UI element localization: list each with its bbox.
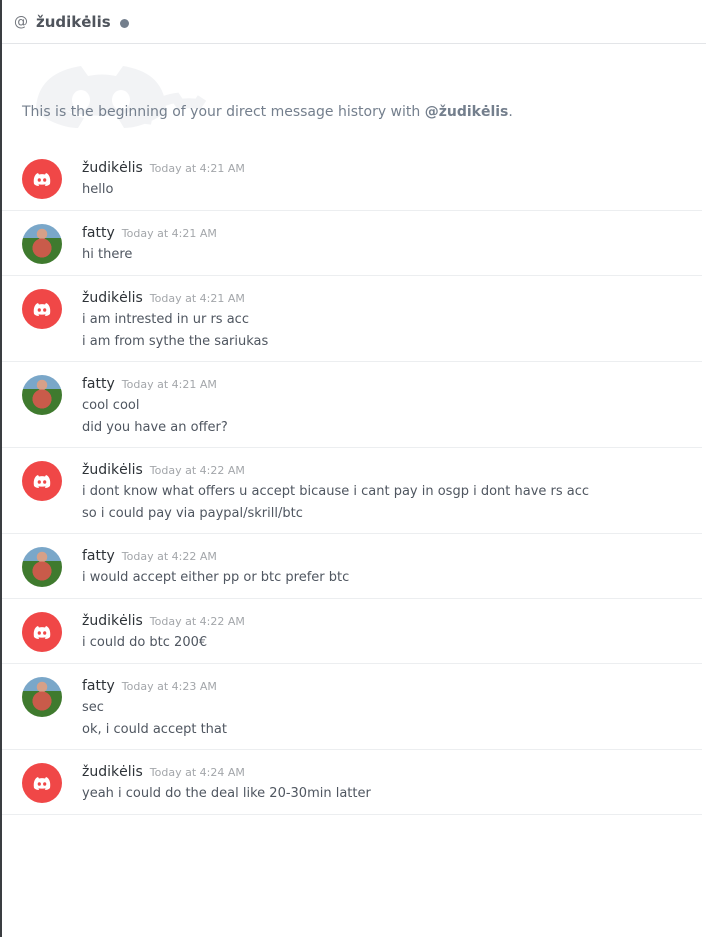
intro-text: This is the beginning of your direct mes…: [22, 104, 513, 120]
message-author[interactable]: žudikėlis: [82, 764, 143, 780]
discord-logo-avatar[interactable]: [22, 763, 62, 803]
message-header: žudikėlis Today at 4:22 AM: [82, 613, 702, 629]
message-text: sec: [82, 700, 104, 715]
message-timestamp: Today at 4:21 AM: [121, 378, 217, 391]
message-group: žudikėlis Today at 4:22 AM i dont know wha…: [2, 448, 702, 534]
discord-logo-avatar[interactable]: [22, 461, 62, 501]
discord-logo-avatar[interactable]: [22, 159, 62, 199]
message-header: žudikėlis Today at 4:21 AM: [82, 160, 702, 176]
message-text: did you have an offer?: [82, 420, 228, 435]
message-text: i would accept either pp or btc prefer b…: [82, 570, 350, 585]
message-timestamp: Today at 4:21 AM: [121, 227, 217, 240]
message-text: i dont know what offers u accept bicause…: [82, 484, 590, 499]
message-author[interactable]: fatty: [82, 376, 115, 392]
message-group: fatty Today at 4:22 AM i would accept eith…: [2, 534, 702, 599]
intro-prefix: This is the beginning of your direct mes…: [22, 104, 425, 120]
message-header: fatty Today at 4:22 AM: [82, 548, 702, 564]
message-header: fatty Today at 4:21 AM: [82, 376, 702, 392]
message-group: fatty Today at 4:23 AM sec ok, i could acce…: [2, 664, 702, 750]
message-author[interactable]: žudikėlis: [82, 613, 143, 629]
discord-logo-icon: [33, 626, 51, 639]
discord-logo-icon: [33, 173, 51, 186]
message-text: hi there: [82, 247, 133, 262]
message-list: žudikėlis Today at 4:21 AM hello fatty Today…: [2, 146, 706, 815]
message-group: fatty Today at 4:21 AM hi there: [2, 211, 702, 276]
discord-logo-avatar[interactable]: [22, 612, 62, 652]
message-header: fatty Today at 4:21 AM: [82, 225, 702, 241]
photo-avatar[interactable]: [22, 375, 62, 415]
message-header: žudikėlis Today at 4:22 AM: [82, 462, 702, 478]
status-indicator-icon: [119, 18, 129, 28]
message-author[interactable]: fatty: [82, 678, 115, 694]
message-body: fatty Today at 4:21 AM hi there: [82, 222, 702, 264]
intro-handle[interactable]: @žudikėlis: [425, 104, 509, 120]
message-author[interactable]: žudikėlis: [82, 160, 143, 176]
dm-header: @ žudikėlis: [2, 0, 706, 44]
message-author[interactable]: žudikėlis: [82, 290, 143, 306]
message-body: žudikėlis Today at 4:24 AM yeah i could do…: [82, 761, 702, 803]
message-timestamp: Today at 4:22 AM: [121, 550, 217, 563]
message-text: i could do btc 200€: [82, 635, 208, 650]
message-body: fatty Today at 4:21 AM cool cool did you ha…: [82, 373, 702, 436]
message-timestamp: Today at 4:21 AM: [149, 292, 245, 305]
message-header: žudikėlis Today at 4:21 AM: [82, 290, 702, 306]
message-author[interactable]: žudikėlis: [82, 462, 143, 478]
message-group: žudikėlis Today at 4:21 AM i am intrested …: [2, 276, 702, 362]
message-text: ok, i could accept that: [82, 722, 227, 737]
message-author[interactable]: fatty: [82, 548, 115, 564]
discord-logo-icon: [33, 777, 51, 790]
message-timestamp: Today at 4:21 AM: [149, 162, 245, 175]
message-body: žudikėlis Today at 4:22 AM i dont know wha…: [82, 459, 702, 522]
at-icon: @: [14, 13, 28, 30]
message-text: i am intrested in ur rs acc: [82, 312, 249, 327]
message-author[interactable]: fatty: [82, 225, 115, 241]
message-group: žudikėlis Today at 4:24 AM yeah i could do…: [2, 750, 702, 815]
dm-window: @ žudikėlis This is the beginning of you…: [0, 0, 706, 937]
photo-avatar[interactable]: [22, 677, 62, 717]
message-group: fatty Today at 4:21 AM cool cool did you ha…: [2, 362, 702, 448]
message-text: so i could pay via paypal/skrill/btc: [82, 506, 303, 521]
discord-logo-icon: [33, 475, 51, 488]
message-timestamp: Today at 4:24 AM: [149, 766, 245, 779]
message-header: fatty Today at 4:23 AM: [82, 678, 702, 694]
message-timestamp: Today at 4:22 AM: [149, 615, 245, 628]
intro-suffix: .: [508, 104, 513, 120]
message-timestamp: Today at 4:23 AM: [121, 680, 217, 693]
discord-watermark-icon: [36, 66, 206, 128]
message-text: cool cool: [82, 398, 140, 413]
message-group: žudikėlis Today at 4:21 AM hello: [2, 146, 702, 211]
message-body: fatty Today at 4:23 AM sec ok, i could acce…: [82, 675, 702, 738]
message-group: žudikėlis Today at 4:22 AM i could do btc …: [2, 599, 702, 664]
discord-logo-icon: [33, 303, 51, 316]
message-text: i am from sythe the sariukas: [82, 334, 269, 349]
message-body: žudikėlis Today at 4:22 AM i could do btc …: [82, 610, 702, 652]
photo-avatar[interactable]: [22, 547, 62, 587]
message-body: žudikėlis Today at 4:21 AM i am intrested …: [82, 287, 702, 350]
message-text: hello: [82, 182, 114, 197]
message-timestamp: Today at 4:22 AM: [149, 464, 245, 477]
dm-intro: This is the beginning of your direct mes…: [2, 44, 706, 144]
message-body: žudikėlis Today at 4:21 AM hello: [82, 157, 702, 199]
message-header: žudikėlis Today at 4:24 AM: [82, 764, 702, 780]
message-body: fatty Today at 4:22 AM i would accept eith…: [82, 545, 702, 587]
discord-logo-avatar[interactable]: [22, 289, 62, 329]
message-text: yeah i could do the deal like 20-30min l…: [82, 786, 371, 801]
photo-avatar[interactable]: [22, 224, 62, 264]
dm-recipient-name[interactable]: žudikėlis: [36, 13, 111, 31]
